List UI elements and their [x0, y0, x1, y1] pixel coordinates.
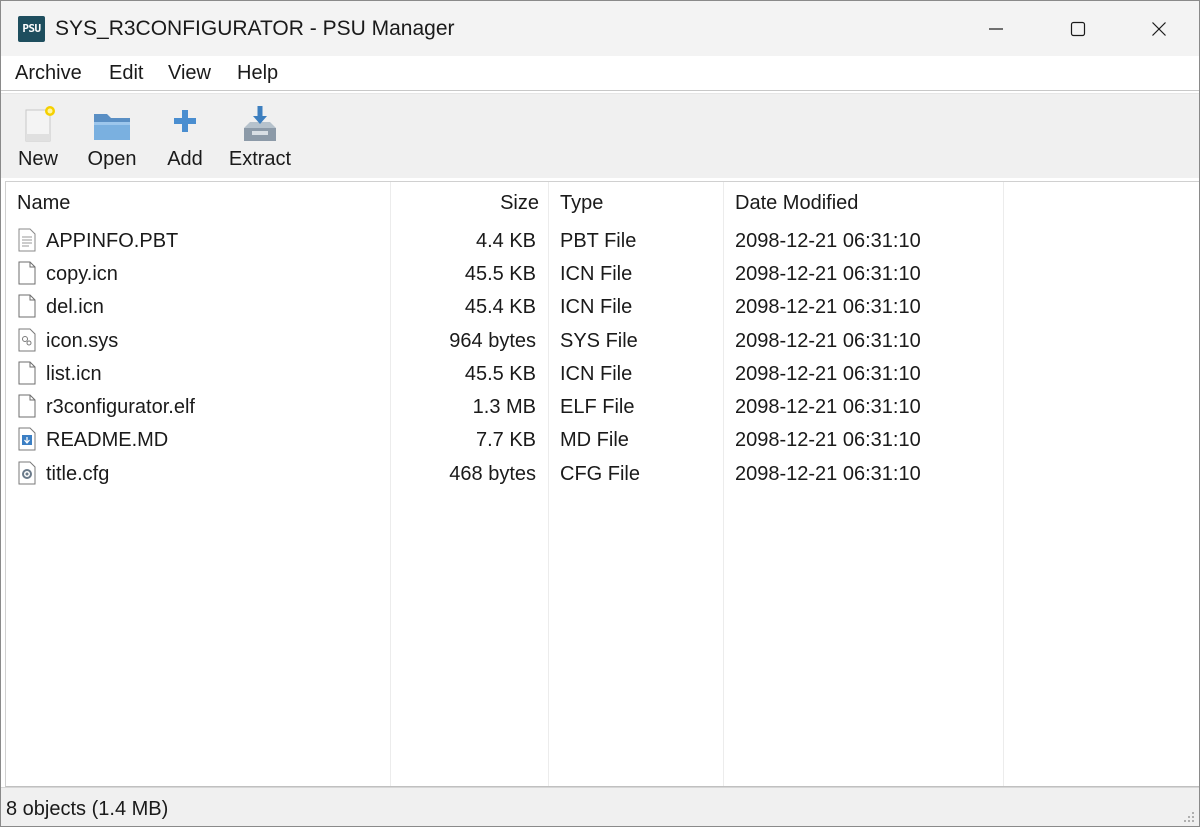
file-date: 2098-12-21 06:31:10 [735, 296, 921, 318]
file-date: 2098-12-21 06:31:10 [735, 396, 921, 418]
list-item[interactable]: r3configurator.elf 1.3 MB ELF File 2098-… [6, 391, 1199, 424]
app-icon[interactable]: PSU [18, 16, 45, 42]
blank-file-icon [18, 294, 36, 318]
resize-grip-icon[interactable] [1183, 811, 1195, 823]
extract-label: Extract [228, 148, 292, 170]
list-item[interactable]: title.cfg 468 bytes CFG File 2098-12-21 … [6, 458, 1199, 491]
file-type: PBT File [560, 230, 637, 252]
minimize-icon [989, 27, 1003, 30]
system-file-icon [18, 328, 36, 352]
file-name: copy.icn [46, 263, 118, 285]
app-window: PSU SYS_R3CONFIGURATOR - PSU Manager Arc… [0, 0, 1200, 827]
folder-open-icon [94, 114, 130, 140]
open-label: Open [87, 148, 137, 170]
file-date: 2098-12-21 06:31:10 [735, 230, 921, 252]
file-list[interactable]: Name Size Type Date Modified APPINFO.PBT… [5, 181, 1199, 787]
file-type: MD File [560, 429, 629, 451]
file-type: CFG File [560, 463, 640, 485]
menu-help[interactable]: Help [237, 59, 278, 87]
new-label: New [17, 148, 58, 170]
column-header-size[interactable]: Size [406, 190, 539, 216]
status-bar: 8 objects (1.4 MB) [1, 787, 1199, 826]
list-item[interactable]: APPINFO.PBT 4.4 KB PBT File 2098-12-21 0… [6, 225, 1199, 258]
new-document-icon [25, 106, 55, 142]
file-date: 2098-12-21 06:31:10 [735, 463, 921, 485]
title-bar[interactable]: PSU SYS_R3CONFIGURATOR - PSU Manager [1, 1, 1199, 56]
menu-bar: Archive Edit View Help [1, 56, 1199, 91]
list-header: Name Size Type Date Modified [6, 182, 1199, 224]
maximize-button[interactable] [1038, 1, 1118, 56]
menu-edit[interactable]: Edit [109, 59, 143, 87]
file-size: 1.3 MB [472, 396, 536, 418]
list-item[interactable]: icon.sys 964 bytes SYS File 2098-12-21 0… [6, 325, 1199, 358]
menu-archive[interactable]: Archive [15, 59, 82, 87]
add-button[interactable]: Add [159, 100, 211, 176]
add-label: Add [167, 148, 203, 170]
blank-file-icon [18, 394, 36, 418]
new-button[interactable]: New [11, 100, 65, 176]
maximize-icon [1070, 21, 1086, 36]
list-item[interactable]: del.icn 45.4 KB ICN File 2098-12-21 06:3… [6, 291, 1199, 324]
file-type: ELF File [560, 396, 635, 418]
extract-button[interactable]: Extract [225, 100, 295, 176]
column-header-date[interactable]: Date Modified [735, 190, 858, 216]
file-size: 45.5 KB [464, 363, 536, 385]
blank-file-icon [18, 361, 36, 385]
file-name: list.icn [46, 363, 102, 385]
column-header-type[interactable]: Type [560, 190, 603, 216]
list-item[interactable]: README.MD 7.7 KB MD File 2098-12-21 06:3… [6, 424, 1199, 457]
blank-file-icon [18, 261, 36, 285]
toolbar: New Open Add Extract [1, 93, 1199, 178]
markdown-file-icon [18, 427, 36, 451]
file-name: APPINFO.PBT [46, 230, 179, 252]
open-button[interactable]: Open [81, 100, 143, 176]
column-header-name[interactable]: Name [17, 190, 70, 216]
close-icon [1152, 21, 1166, 36]
file-name: r3configurator.elf [46, 396, 195, 418]
list-item[interactable]: list.icn 45.5 KB ICN File 2098-12-21 06:… [6, 358, 1199, 391]
file-size: 964 bytes [449, 330, 536, 352]
config-file-icon [18, 461, 36, 485]
close-button[interactable] [1119, 1, 1199, 56]
file-size: 45.4 KB [464, 296, 536, 318]
plus-icon [174, 110, 196, 132]
file-date: 2098-12-21 06:31:10 [735, 363, 921, 385]
file-type: ICN File [560, 363, 633, 385]
menu-view[interactable]: View [168, 59, 211, 87]
file-size: 7.7 KB [475, 429, 536, 451]
file-type: SYS File [560, 330, 638, 352]
file-name: icon.sys [46, 330, 119, 352]
file-size: 4.4 KB [475, 230, 536, 252]
file-size: 468 bytes [449, 463, 536, 485]
window-title: SYS_R3CONFIGURATOR - PSU Manager [55, 17, 455, 40]
extract-tray-icon [244, 106, 276, 141]
text-file-icon [18, 228, 36, 252]
file-date: 2098-12-21 06:31:10 [735, 263, 921, 285]
file-date: 2098-12-21 06:31:10 [735, 330, 921, 352]
file-size: 45.5 KB [464, 263, 536, 285]
file-date: 2098-12-21 06:31:10 [735, 429, 921, 451]
minimize-button[interactable] [956, 1, 1036, 56]
status-text: 8 objects (1.4 MB) [6, 798, 169, 820]
file-type: ICN File [560, 263, 633, 285]
file-name: README.MD [46, 429, 169, 451]
list-item[interactable]: copy.icn 45.5 KB ICN File 2098-12-21 06:… [6, 258, 1199, 291]
file-name: del.icn [46, 296, 104, 318]
file-name: title.cfg [46, 463, 110, 485]
file-type: ICN File [560, 296, 633, 318]
